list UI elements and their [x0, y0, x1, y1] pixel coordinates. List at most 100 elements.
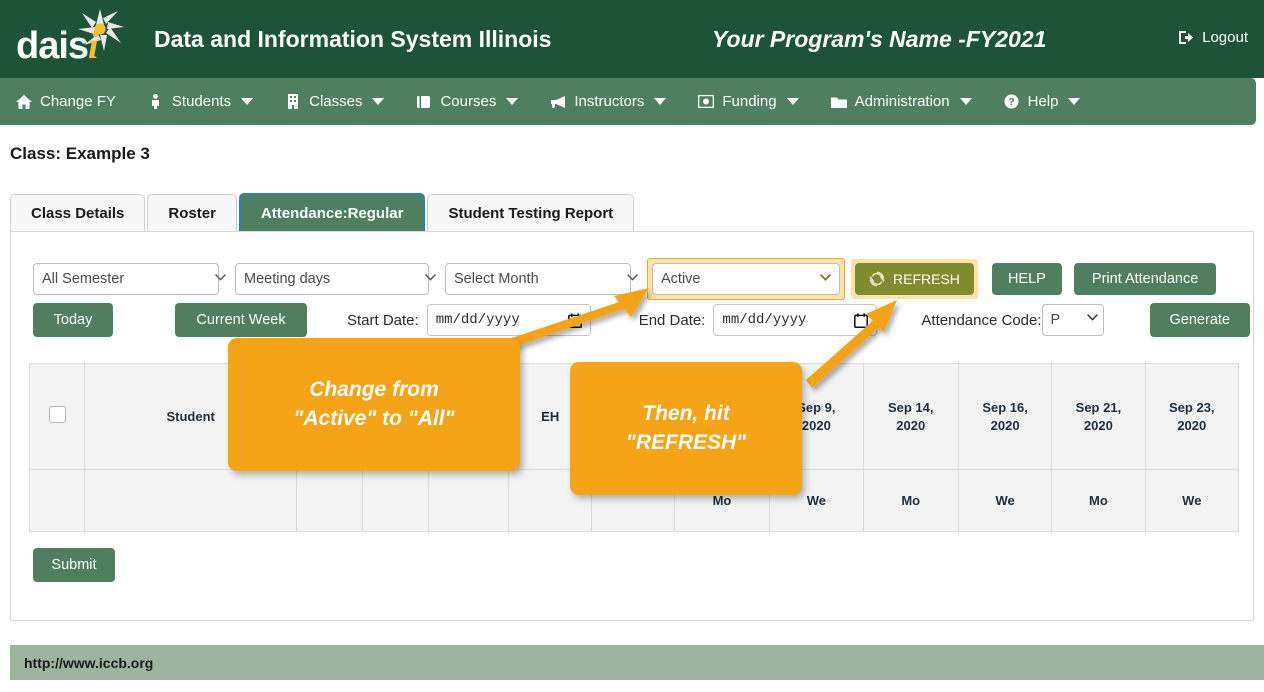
chevron-down-icon [1068, 98, 1080, 105]
nav-label: Funding [722, 93, 776, 110]
nav-item-classes[interactable]: Classes [269, 78, 400, 125]
nav-label: Administration [855, 93, 950, 110]
chevron-down-icon [960, 98, 972, 105]
folder-icon [831, 94, 847, 110]
weekday-cell-11: Mo [1052, 470, 1145, 532]
nav-item-help[interactable]: ? Help [988, 78, 1097, 125]
logo-i-letter: i [88, 24, 99, 68]
chevron-down-icon [241, 98, 253, 105]
help-button[interactable]: HELP [992, 263, 1062, 295]
weekday-cell-9: Mo [863, 470, 958, 532]
logout-icon [1178, 30, 1195, 45]
tab-label: Class Details [31, 205, 124, 222]
filter-row-secondary: Today Current Week Start Date: mm/dd/yyy… [33, 303, 1250, 337]
nav-label: Change FY [40, 93, 116, 110]
semester-select-wrap: All Semester [33, 263, 235, 295]
meeting-days-select-wrap: Meeting days [235, 263, 445, 295]
submit-button[interactable]: Submit [33, 548, 115, 582]
tab-label: Roster [168, 205, 216, 222]
tab-student-testing-report[interactable]: Student Testing Report [427, 194, 634, 232]
status-select-wrap: Active [652, 263, 840, 295]
month-select[interactable]: Select Month [445, 263, 631, 295]
nav-label: Instructors [574, 93, 644, 110]
chevron-down-icon [372, 98, 384, 105]
book-icon [416, 94, 432, 110]
tab-label: Attendance:Regular [261, 205, 404, 222]
meeting-days-select[interactable]: Meeting days [235, 263, 429, 295]
daisi-logo[interactable]: dais i [14, 8, 132, 70]
nav-item-change-fy[interactable]: Change FY [0, 78, 132, 125]
nav-item-students[interactable]: Students [132, 78, 269, 125]
attendance-code-label: Attendance Code: [921, 312, 1041, 329]
weekday-cell-0 [30, 470, 85, 532]
nav-label: Courses [440, 93, 496, 110]
help-label: HELP [1008, 271, 1046, 287]
logout-label: Logout [1202, 29, 1248, 46]
app-title: Data and Information System Illinois [154, 26, 551, 53]
month-select-wrap: Select Month [445, 263, 647, 295]
calendar-icon[interactable] [568, 313, 582, 328]
attendance-code-select[interactable]: P [1042, 304, 1104, 336]
nav-label: Classes [309, 93, 362, 110]
date-header-sep-16: Sep 16,2020 [958, 364, 1051, 470]
refresh-button-highlight: REFRESH [851, 259, 978, 299]
nav-item-instructors[interactable]: Instructors [534, 78, 682, 125]
current-week-button[interactable]: Current Week [175, 303, 307, 337]
start-date-input[interactable]: mm/dd/yyyy [427, 304, 591, 336]
home-icon [16, 94, 32, 110]
callout-line-2: "REFRESH" [626, 429, 746, 457]
print-label: Print Attendance [1092, 271, 1198, 287]
calendar-icon[interactable] [854, 313, 868, 328]
generate-label: Generate [1170, 312, 1230, 328]
status-select-highlight: Active [647, 258, 845, 300]
weekday-cell-10: We [958, 470, 1051, 532]
attendance-code-select-wrap: P [1042, 304, 1104, 336]
today-button[interactable]: Today [33, 303, 113, 337]
weekday-cell-2 [297, 470, 363, 532]
callout-then-hit-refresh: Then, hit "REFRESH" [570, 362, 802, 495]
callout-line-1: Then, hit [642, 400, 730, 428]
weekday-cell-12: We [1145, 470, 1238, 532]
weekday-cell-3 [362, 470, 428, 532]
generate-button[interactable]: Generate [1150, 303, 1250, 337]
nav-item-administration[interactable]: Administration [815, 78, 988, 125]
logout-button[interactable]: Logout [1178, 29, 1248, 46]
today-label: Today [54, 312, 93, 328]
tab-attendance-regular[interactable]: Attendance:Regular [239, 193, 426, 232]
megaphone-icon [550, 94, 566, 110]
logo-wordmark: dais [16, 25, 88, 68]
select-all-checkbox[interactable] [49, 406, 66, 423]
semester-select[interactable]: All Semester [33, 263, 219, 295]
refresh-label: REFRESH [893, 271, 960, 287]
chevron-down-icon [787, 98, 799, 105]
app-header: dais i Data and Information System Illin… [0, 0, 1264, 78]
callout-line-1: Change from [309, 376, 439, 404]
tab-roster[interactable]: Roster [147, 194, 237, 232]
print-attendance-button[interactable]: Print Attendance [1074, 263, 1216, 295]
nav-label: Students [172, 93, 231, 110]
main-nav: Change FY Students Classes Courses [0, 78, 1256, 125]
student-status-select[interactable]: Active [652, 263, 840, 295]
tab-label: Student Testing Report [448, 205, 613, 222]
building-icon [285, 94, 301, 110]
refresh-icon [869, 271, 885, 287]
end-date-label: End Date: [639, 312, 706, 329]
nav-item-funding[interactable]: Funding [682, 78, 814, 125]
start-date-label: Start Date: [347, 312, 419, 329]
svg-text:?: ? [1009, 97, 1015, 108]
tab-bar: Class Details Roster Attendance:Regular … [10, 193, 636, 232]
end-date-placeholder: mm/dd/yyyy [722, 312, 806, 328]
date-header-sep-14: Sep 14,2020 [863, 364, 958, 470]
program-title: Your Program's Name -FY2021 [712, 26, 1046, 53]
page-title: Class: Example 3 [10, 144, 150, 164]
current-week-label: Current Week [196, 312, 285, 328]
app-page: dais i Data and Information System Illin… [0, 0, 1264, 692]
refresh-button[interactable]: REFRESH [855, 263, 974, 295]
question-circle-icon: ? [1004, 94, 1020, 110]
iccb-link[interactable]: http://www.iccb.org [24, 655, 153, 671]
nav-item-courses[interactable]: Courses [400, 78, 534, 125]
tab-class-details[interactable]: Class Details [10, 194, 145, 232]
date-header-sep-23: Sep 23,2020 [1145, 364, 1238, 470]
weekday-cell-1 [85, 470, 297, 532]
end-date-input[interactable]: mm/dd/yyyy [713, 304, 877, 336]
